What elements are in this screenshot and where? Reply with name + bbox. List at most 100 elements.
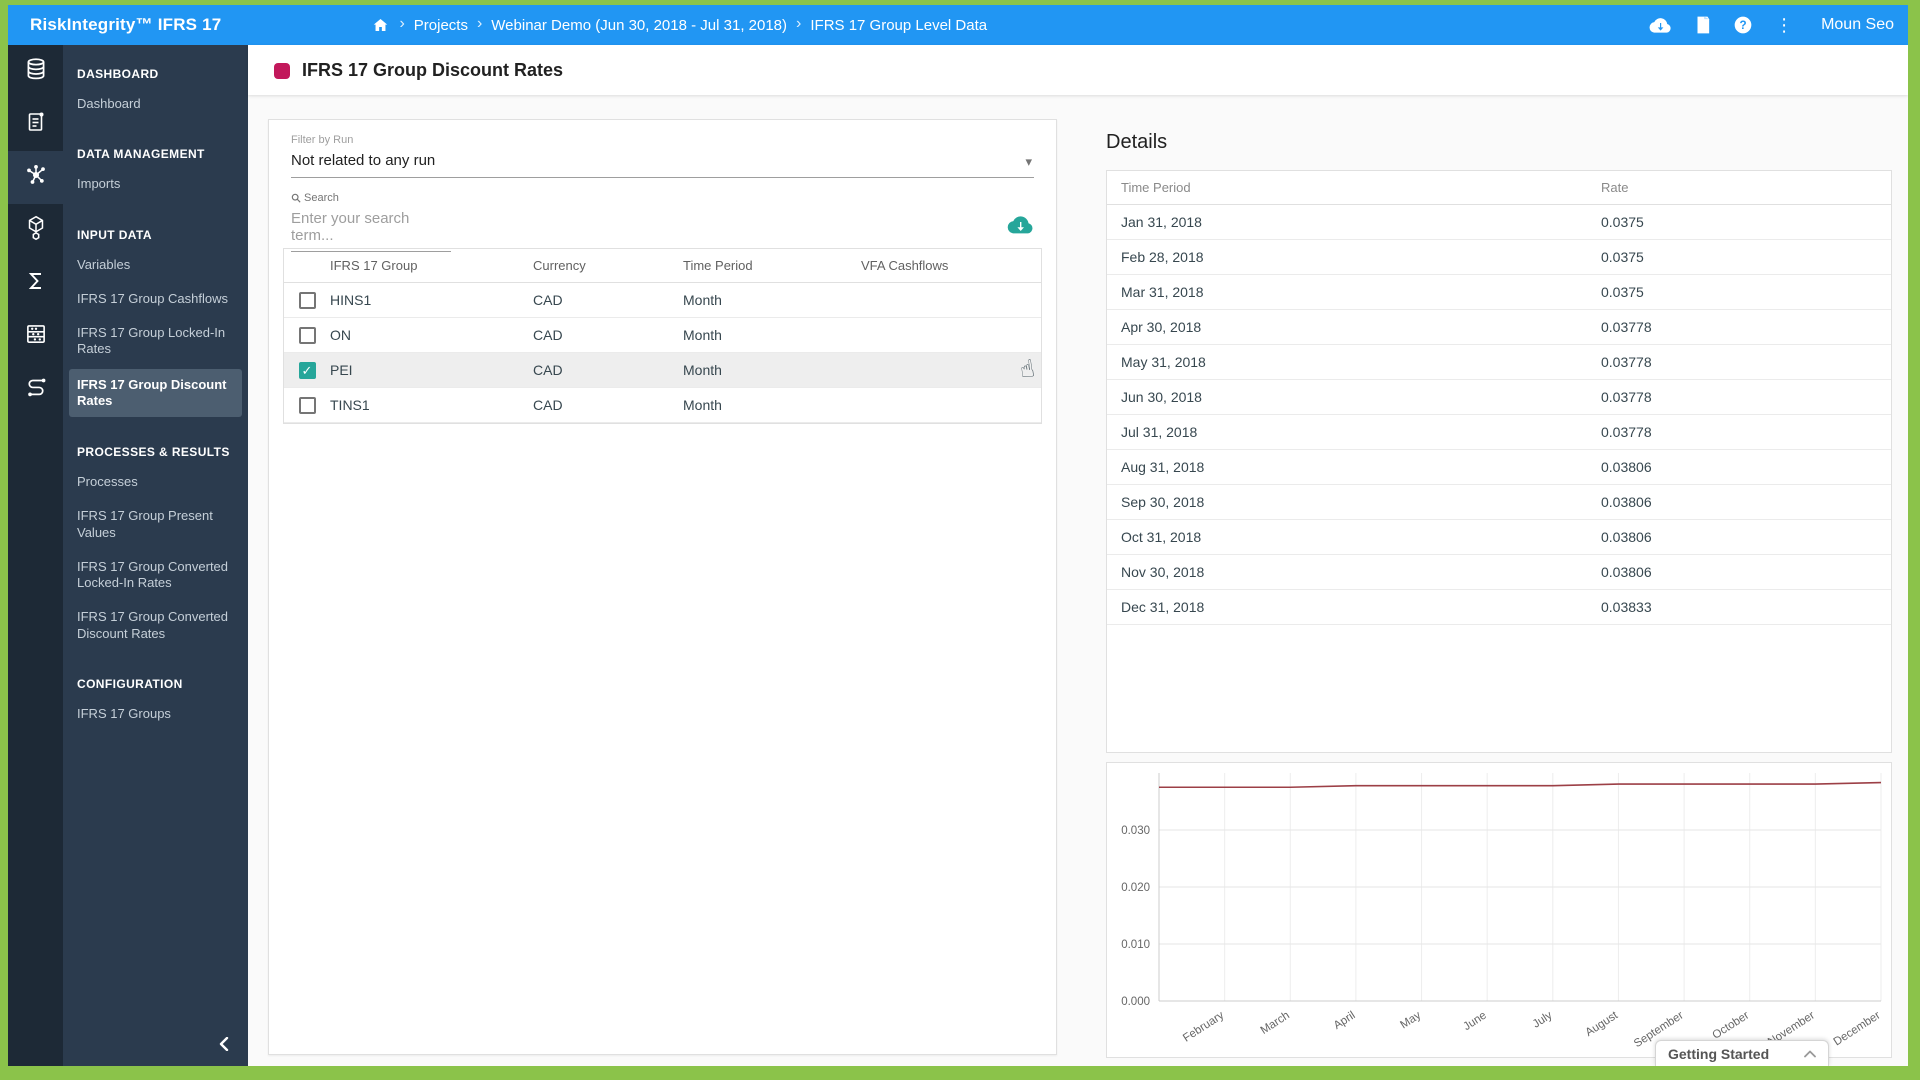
search-field[interactable]: Search Enter your search term... xyxy=(291,192,1034,252)
filter-by-run-select[interactable]: Filter by Run Not related to any run ▾ xyxy=(291,134,1034,178)
cell-group: TINS1 xyxy=(330,397,370,413)
help-icon[interactable]: ? xyxy=(1733,15,1753,35)
y-axis-tick-label: 0.020 xyxy=(1121,882,1150,894)
cloud-download-icon[interactable] xyxy=(1648,17,1672,34)
sidebar-section-header: DATA MANAGEMENT xyxy=(77,147,205,162)
details-row[interactable]: Feb 28, 2018 0.0375 xyxy=(1107,240,1891,275)
column-header: Time Period xyxy=(683,258,753,273)
sidebar-section-header: DASHBOARD xyxy=(77,67,159,81)
rail-item-process-flow[interactable] xyxy=(8,363,63,416)
column-header: VFA Cashflows xyxy=(861,258,949,273)
rail-item-package[interactable] xyxy=(8,204,63,257)
rail-item-network[interactable] xyxy=(8,151,63,204)
sidebar-item-variables[interactable]: Variables xyxy=(63,248,248,282)
sidebar-item-ifrs-17-group-locked-in-rates[interactable]: IFRS 17 Group Locked-In Rates xyxy=(63,316,248,367)
release-notes-icon[interactable] xyxy=(1694,15,1711,35)
app-brand: RiskIntegrity™ IFRS 17 xyxy=(30,15,222,34)
cell-rate: 0.03778 xyxy=(1601,319,1652,335)
sidebar-item-imports[interactable]: Imports xyxy=(63,167,248,201)
details-row[interactable]: Oct 31, 2018 0.03806 xyxy=(1107,520,1891,555)
more-menu-icon[interactable]: ⋮ xyxy=(1775,16,1793,34)
breadcrumb-item[interactable]: IFRS 17 Group Level Data xyxy=(810,17,987,34)
getting-started-panel[interactable]: Getting Started xyxy=(1655,1040,1829,1066)
cell-currency: CAD xyxy=(533,327,563,343)
home-icon[interactable] xyxy=(371,16,390,34)
sidebar-item-ifrs-17-group-cashflows[interactable]: IFRS 17 Group Cashflows xyxy=(63,282,248,316)
rail-item-database[interactable] xyxy=(8,45,63,98)
details-row[interactable]: Nov 30, 2018 0.03806 xyxy=(1107,555,1891,590)
details-row[interactable]: Jun 30, 2018 0.03778 xyxy=(1107,380,1891,415)
sidebar-item-ifrs-17-group-discount-rates[interactable]: IFRS 17 Group Discount Rates xyxy=(69,368,242,417)
cell-rate: 0.03806 xyxy=(1601,564,1652,580)
sidebar-section: DATA MANAGEMENT Imports xyxy=(63,125,248,205)
column-header: IFRS 17 Group xyxy=(330,258,418,273)
header-actions: ? ⋮ Moun Seo xyxy=(1648,5,1894,45)
search-icon xyxy=(291,193,301,203)
details-table: Time Period Rate Jan 31, 2018 0.0375 Feb 28,… xyxy=(1106,170,1892,753)
details-row[interactable]: May 31, 2018 0.03778 xyxy=(1107,345,1891,380)
filter-by-run-value[interactable]: Not related to any run ▾ xyxy=(291,152,1034,178)
svg-text:?: ? xyxy=(1740,19,1747,32)
package-icon xyxy=(23,214,49,247)
details-row[interactable]: Apr 30, 2018 0.03778 xyxy=(1107,310,1891,345)
details-row[interactable]: Jan 31, 2018 0.0375 xyxy=(1107,205,1891,240)
details-title: Details xyxy=(1106,131,1168,153)
abacus-icon xyxy=(23,321,49,352)
cell-time-period: Nov 30, 2018 xyxy=(1121,564,1205,580)
table-row[interactable]: TINS1 CAD Month xyxy=(284,388,1041,423)
cell-group: PEI xyxy=(330,362,353,378)
chart-line-rate xyxy=(1159,781,1882,789)
page-title: IFRS 17 Group Discount Rates xyxy=(302,60,564,80)
checkbox-unchecked[interactable] xyxy=(298,396,316,414)
table-row[interactable]: ON CAD Month xyxy=(284,318,1041,353)
checkbox-checked[interactable]: ✓ xyxy=(298,361,316,379)
discount-rate-chart: 0.000 0.010 0.020 0.030 February March April Ma… xyxy=(1106,762,1892,1058)
getting-started-label: Getting Started xyxy=(1668,1045,1770,1062)
details-row[interactable]: Mar 31, 2018 0.0375 xyxy=(1107,275,1891,310)
rail-item-sigma[interactable] xyxy=(8,257,63,310)
application-window: RiskIntegrity™ IFRS 17 › Projects › Webinar… xyxy=(0,0,1920,1080)
sidebar-item-processes[interactable]: Processes xyxy=(63,465,248,499)
cell-time-period: Jul 31, 2018 xyxy=(1121,424,1198,440)
checkbox-unchecked[interactable] xyxy=(298,326,316,344)
table-row[interactable]: ✓ PEI CAD Month xyxy=(284,353,1041,388)
cell-rate: 0.03778 xyxy=(1601,424,1652,440)
user-name[interactable]: Moun Seo xyxy=(1821,16,1894,34)
sidebar-item-ifrs-17-group-present-values[interactable]: IFRS 17 Group Present Values xyxy=(63,499,248,550)
breadcrumb-item[interactable]: Projects xyxy=(414,17,468,34)
details-row[interactable]: Sep 30, 2018 0.03806 xyxy=(1107,485,1891,520)
x-axis-tick-label: April xyxy=(1332,1009,1358,1032)
breadcrumb-separator-icon: › xyxy=(796,15,802,32)
x-axis-tick-label: August xyxy=(1584,1009,1621,1039)
details-row[interactable]: Jul 31, 2018 0.03778 xyxy=(1107,415,1891,450)
sidebar-section-header: PROCESSES & RESULTS xyxy=(77,445,230,459)
details-row[interactable]: Aug 31, 2018 0.03806 xyxy=(1107,450,1891,485)
cell-rate: 0.0375 xyxy=(1601,249,1644,265)
search-input[interactable]: Enter your search term... xyxy=(291,210,451,252)
chevron-up-icon[interactable] xyxy=(1804,1045,1816,1063)
rail-item-report[interactable] xyxy=(8,98,63,151)
sidebar-item-ifrs-17-groups[interactable]: IFRS 17 Groups xyxy=(63,697,248,731)
cloud-download-teal-icon[interactable] xyxy=(1006,214,1034,236)
cell-time-period: Jun 30, 2018 xyxy=(1121,389,1202,405)
table-row[interactable]: HINS1 CAD Month xyxy=(284,283,1041,318)
x-axis-tick-label: December xyxy=(1832,1009,1883,1048)
x-axis-tick-label: May xyxy=(1398,1009,1423,1031)
sidebar-section: PROCESSES & RESULTS Processes IFRS 17 Grou… xyxy=(63,423,248,655)
rail-item-abacus[interactable] xyxy=(8,310,63,363)
cell-time-period: Mar 31, 2018 xyxy=(1121,284,1204,300)
sidebar-item-ifrs-17-group-converted-locked-in-rates[interactable]: IFRS 17 Group Converted Locked-In Rates xyxy=(63,550,248,601)
checkbox-unchecked[interactable] xyxy=(298,291,316,309)
sidebar-collapse-button[interactable] xyxy=(214,1036,234,1056)
y-axis-tick-label: 0.010 xyxy=(1121,939,1150,951)
sidebar-menu: DASHBOARD Dashboard DATA MANAGEMENT Imports… xyxy=(63,45,248,1066)
details-row[interactable]: Dec 31, 2018 0.03833 xyxy=(1107,590,1891,625)
cell-time-period: Apr 30, 2018 xyxy=(1121,319,1202,335)
sidebar-item-ifrs-17-group-converted-discount-rates[interactable]: IFRS 17 Group Converted Discount Rates xyxy=(63,600,248,651)
cell-rate: 0.03806 xyxy=(1601,459,1652,475)
breadcrumb-item[interactable]: Webinar Demo (Jun 30, 2018 - Jul 31, 201… xyxy=(491,17,787,34)
process-flow-icon xyxy=(23,374,49,405)
cell-currency: CAD xyxy=(533,292,563,308)
sidebar-item-dashboard[interactable]: Dashboard xyxy=(63,87,248,121)
x-axis-tick-label: October xyxy=(1711,1009,1752,1041)
